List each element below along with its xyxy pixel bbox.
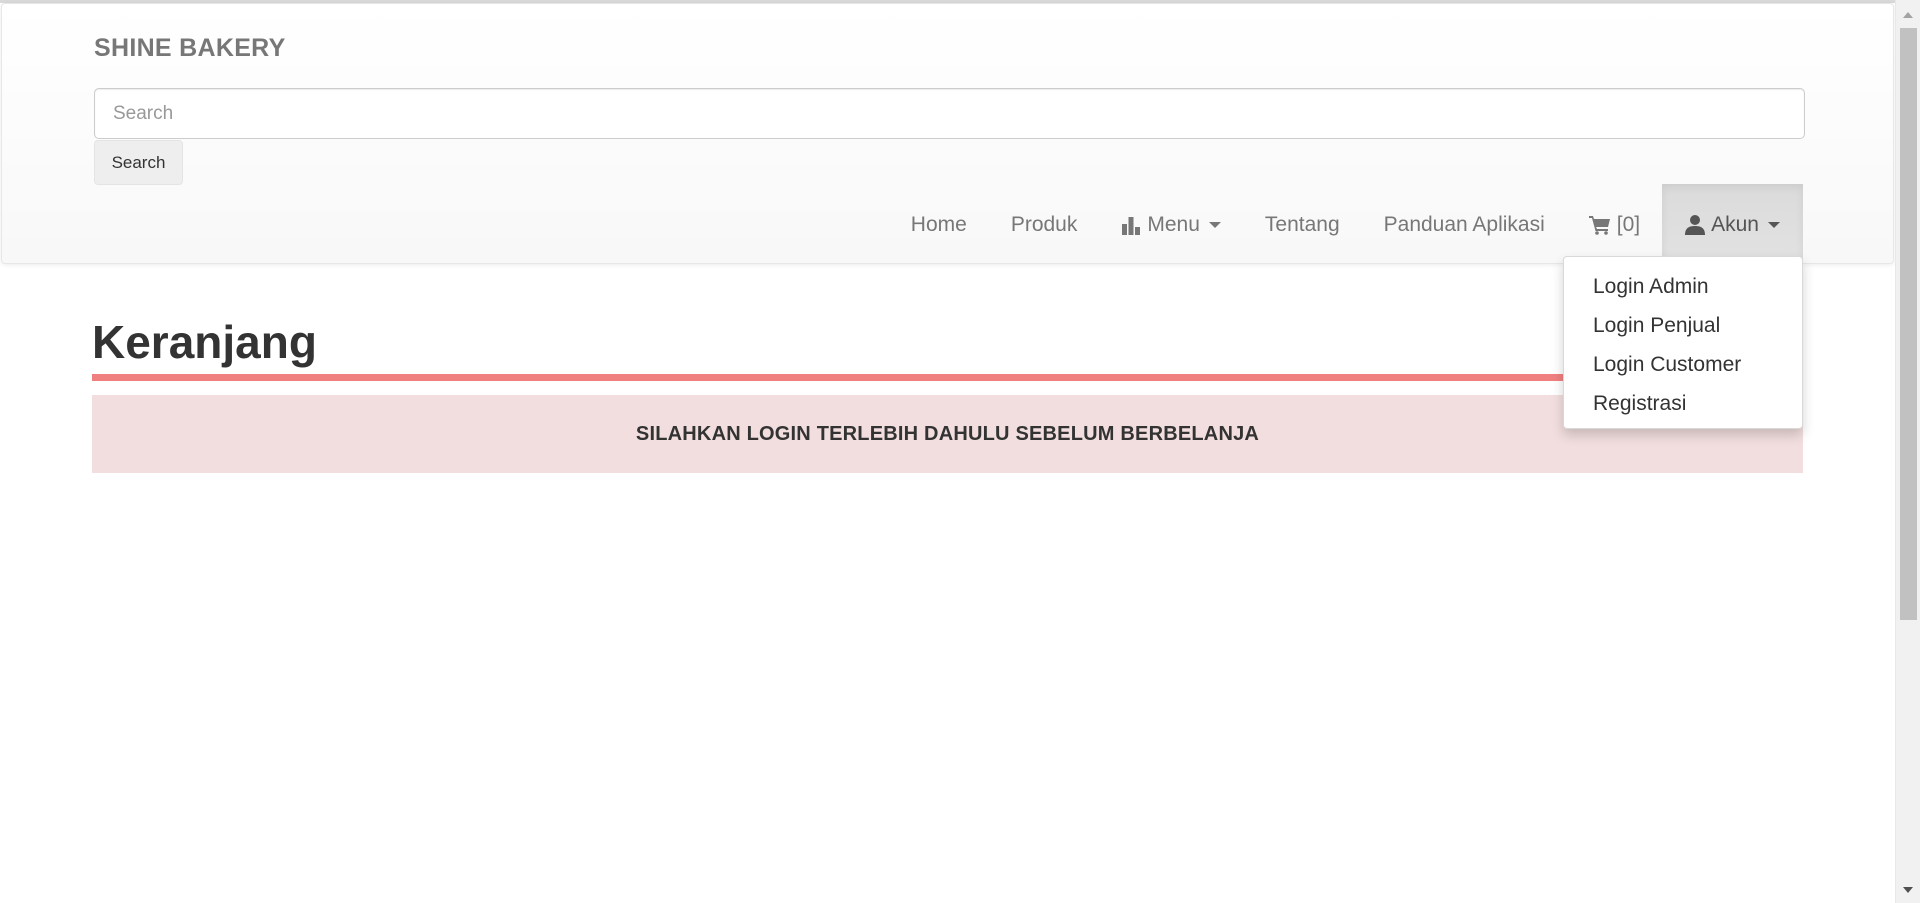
search-input[interactable] — [94, 88, 1805, 139]
brand-logo[interactable]: SHINE BAKERY — [94, 34, 286, 63]
navbar: SHINE BAKERY Search Home Produk Menu — [1, 3, 1894, 265]
nav-menu-label: Menu — [1147, 212, 1200, 236]
dropdown-login-penjual[interactable]: Login Penjual — [1564, 306, 1802, 345]
chevron-down-icon — [1768, 221, 1780, 228]
user-icon — [1685, 214, 1706, 235]
page-title: Keranjang — [92, 316, 317, 368]
login-required-alert: SILAHKAN LOGIN TERLEBIH DAHULU SEBELUM B… — [92, 395, 1803, 473]
scroll-up-arrow-icon[interactable] — [1903, 12, 1913, 18]
nav-panduan-label: Panduan Aplikasi — [1383, 212, 1545, 236]
vertical-scrollbar[interactable] — [1895, 0, 1920, 903]
nav-akun-label: Akun — [1711, 212, 1759, 236]
dropdown-login-customer[interactable]: Login Customer — [1564, 345, 1802, 384]
scroll-down-arrow-icon[interactable] — [1903, 887, 1913, 893]
main-nav: Home Produk Menu Tentang Panduan Aplikas… — [889, 184, 1803, 265]
nav-menu-dropdown[interactable]: Menu — [1099, 184, 1243, 265]
search-button[interactable]: Search — [94, 140, 183, 185]
scrollbar-thumb[interactable] — [1900, 28, 1917, 620]
bar-chart-icon — [1121, 215, 1141, 235]
chevron-down-icon — [1208, 221, 1221, 228]
nav-produk[interactable]: Produk — [989, 184, 1100, 265]
dropdown-login-admin[interactable]: Login Admin — [1564, 267, 1802, 306]
nav-tentang[interactable]: Tentang — [1243, 184, 1362, 265]
nav-home-label: Home — [910, 212, 967, 236]
nav-panduan-aplikasi[interactable]: Panduan Aplikasi — [1362, 184, 1567, 265]
title-divider — [92, 374, 1803, 381]
page: SHINE BAKERY Search Home Produk Menu — [0, 0, 1920, 903]
nav-produk-label: Produk — [1010, 212, 1078, 236]
dropdown-registrasi[interactable]: Registrasi — [1564, 384, 1802, 423]
nav-cart[interactable]: [0] — [1567, 184, 1662, 265]
account-dropdown-menu: Login Admin Login Penjual Login Customer… — [1563, 256, 1803, 429]
nav-home[interactable]: Home — [889, 184, 989, 265]
shopping-cart-icon — [1588, 215, 1611, 235]
alert-message: SILAHKAN LOGIN TERLEBIH DAHULU SEBELUM B… — [635, 422, 1260, 445]
nav-akun-dropdown[interactable]: Akun — [1662, 184, 1803, 265]
cart-count: [0] — [1616, 212, 1641, 236]
nav-tentang-label: Tentang — [1264, 212, 1340, 236]
